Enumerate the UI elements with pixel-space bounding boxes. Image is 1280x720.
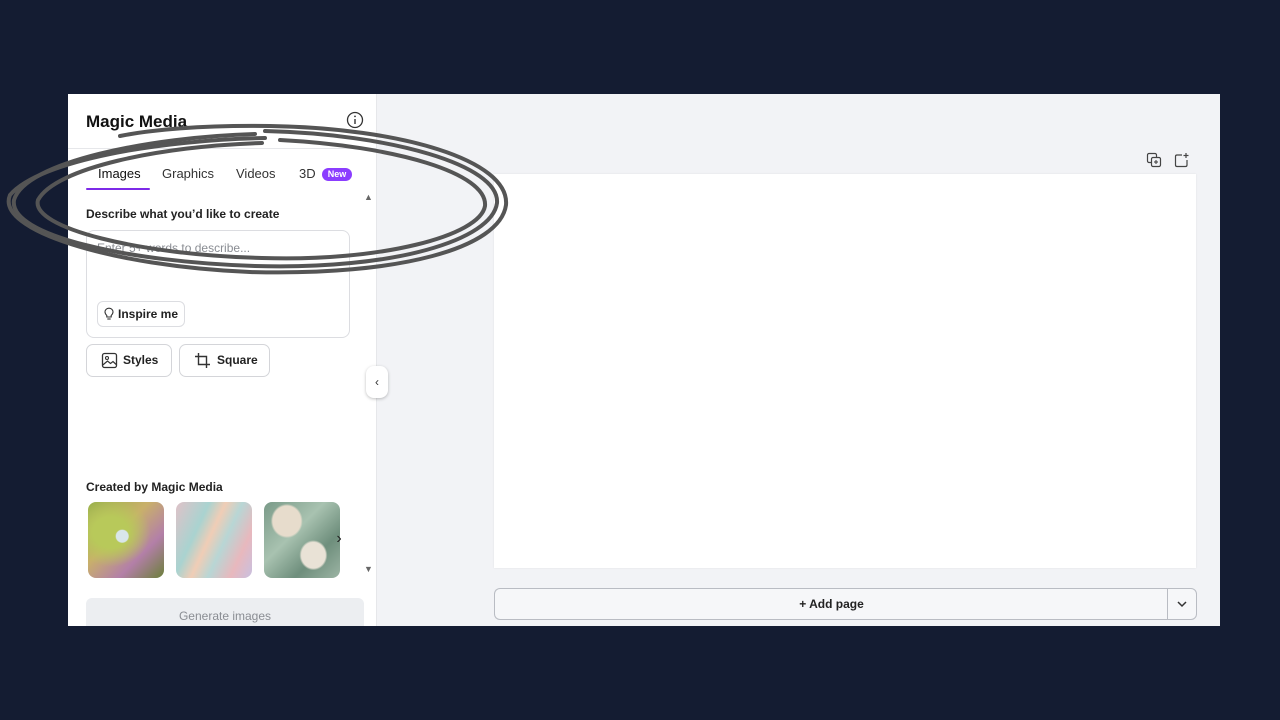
generated-image-thumbnail[interactable] xyxy=(264,502,340,578)
prompt-field[interactable]: Enter 5+ words to describe... Inspire me xyxy=(86,230,350,338)
collapse-panel-button[interactable]: ‹ xyxy=(366,366,388,398)
inspire-me-button[interactable]: Inspire me xyxy=(97,301,185,327)
image-icon xyxy=(101,352,118,369)
crop-icon xyxy=(195,353,210,368)
app-window: Magic Media Images Graphics Videos 3D Ne… xyxy=(68,94,1220,626)
chevron-down-icon xyxy=(1177,601,1187,608)
add-page-icon[interactable] xyxy=(1174,152,1190,168)
tab-3d[interactable]: 3D xyxy=(299,166,316,181)
square-label: Square xyxy=(217,353,258,367)
active-tab-indicator xyxy=(86,188,150,190)
info-icon[interactable] xyxy=(346,111,364,129)
generate-images-button[interactable]: Generate images xyxy=(86,598,364,626)
styles-label: Styles xyxy=(123,353,159,367)
duplicate-page-icon[interactable] xyxy=(1146,152,1162,168)
lightbulb-icon xyxy=(104,307,114,320)
magic-media-panel: Magic Media Images Graphics Videos 3D Ne… xyxy=(68,94,377,626)
describe-label: Describe what you’d like to create xyxy=(86,207,280,221)
created-by-label: Created by Magic Media xyxy=(86,480,223,494)
scroll-down-icon[interactable]: ▼ xyxy=(364,564,373,574)
tab-images[interactable]: Images xyxy=(98,166,141,181)
panel-title: Magic Media xyxy=(86,112,188,131)
design-page-canvas[interactable] xyxy=(494,174,1196,568)
new-badge: New xyxy=(322,168,352,181)
tab-videos[interactable]: Videos xyxy=(236,166,276,181)
generated-image-thumbnail[interactable] xyxy=(176,502,252,578)
header-divider xyxy=(68,148,376,149)
tab-graphics[interactable]: Graphics xyxy=(162,166,214,181)
add-page-label: + Add page xyxy=(799,597,864,611)
add-page-dropdown[interactable] xyxy=(1167,588,1197,620)
inspire-me-label: Inspire me xyxy=(118,307,179,321)
styles-button[interactable]: Styles xyxy=(86,344,172,377)
prompt-placeholder: Enter 5+ words to describe... xyxy=(97,241,251,255)
generated-image-thumbnail[interactable] xyxy=(88,502,164,578)
add-page-button[interactable]: + Add page xyxy=(494,588,1168,620)
chevron-right-icon[interactable]: › xyxy=(330,530,348,550)
scroll-up-icon[interactable]: ▲ xyxy=(364,192,373,202)
aspect-ratio-button[interactable]: Square xyxy=(179,344,270,377)
